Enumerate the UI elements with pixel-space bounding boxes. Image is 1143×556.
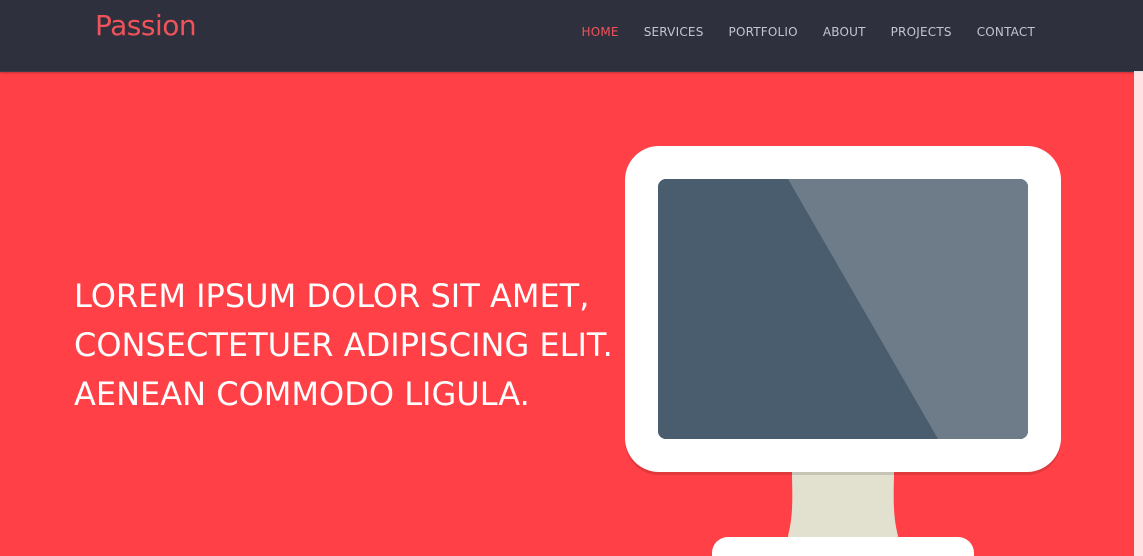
nav-item-home: HOME: [581, 21, 618, 40]
nav-item-contact: CONTACT: [977, 21, 1035, 40]
brand-logo[interactable]: Passion: [95, 9, 197, 42]
nav-link-portfolio[interactable]: PORTFOLIO: [729, 25, 798, 39]
nav-item-about: ABOUT: [823, 21, 866, 40]
hero-headline-line-1: LOREM IPSUM DOLOR SIT AMET,: [74, 277, 590, 315]
screen-glare: [658, 179, 1028, 439]
page: Passion HOME SERVICES PORTFOLIO ABOUT PR…: [0, 0, 1143, 556]
nav-link-contact[interactable]: CONTACT: [977, 25, 1035, 39]
nav-link-about[interactable]: ABOUT: [823, 25, 866, 39]
hero-headline-line-3: AENEAN COMMODO LIGULA.: [74, 375, 530, 413]
nav-item-projects: PROJECTS: [891, 21, 952, 40]
scrollbar-edge: [1134, 71, 1143, 556]
main-nav: HOME SERVICES PORTFOLIO ABOUT PROJECTS C…: [556, 21, 1035, 40]
hero-headline: LOREM IPSUM DOLOR SIT AMET, CONSECTETUER…: [74, 272, 613, 419]
nav-link-home[interactable]: HOME: [581, 25, 618, 39]
hero-headline-line-2: CONSECTETUER ADIPISCING ELIT.: [74, 326, 613, 364]
navbar: Passion HOME SERVICES PORTFOLIO ABOUT PR…: [0, 0, 1143, 72]
nav-link-services[interactable]: SERVICES: [644, 25, 704, 39]
monitor-screen: [658, 179, 1028, 439]
nav-item-services: SERVICES: [644, 21, 704, 40]
monitor-stand-base: [712, 537, 974, 556]
nav-link-projects[interactable]: PROJECTS: [891, 25, 952, 39]
nav-item-portfolio: PORTFOLIO: [729, 21, 798, 40]
